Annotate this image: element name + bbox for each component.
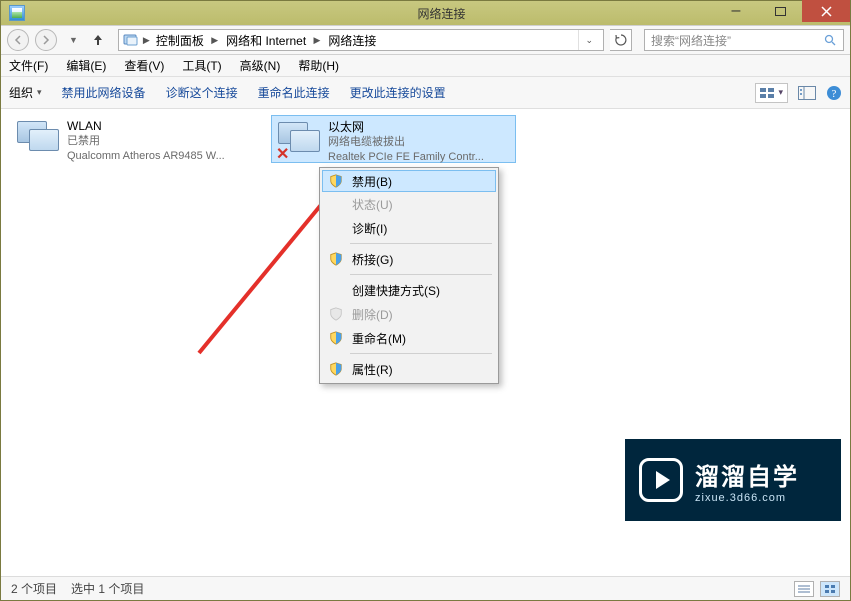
ctx-shortcut[interactable]: 创建快捷方式(S) bbox=[322, 278, 496, 302]
shield-icon bbox=[328, 173, 344, 189]
watermark-domain: zixue.3d66.com bbox=[695, 492, 799, 504]
network-desc: Qualcomm Atheros AR9485 W... bbox=[67, 149, 225, 164]
menu-view[interactable]: 查看(V) bbox=[124, 57, 164, 74]
ctx-separator bbox=[350, 243, 492, 244]
status-selected: 选中 1 个项目 bbox=[71, 580, 144, 597]
network-name: 以太网 bbox=[328, 120, 484, 135]
network-item-wlan[interactable]: WLAN 已禁用 Qualcomm Atheros AR9485 W... bbox=[11, 115, 256, 163]
ctx-rename[interactable]: 重命名(M) bbox=[322, 326, 496, 350]
address-dropdown[interactable]: ⌄ bbox=[578, 30, 599, 50]
maximize-button[interactable] bbox=[758, 0, 802, 22]
search-icon bbox=[824, 34, 837, 47]
search-placeholder: 搜索“网络连接” bbox=[651, 32, 731, 49]
menu-file[interactable]: 文件(F) bbox=[9, 57, 48, 74]
network-item-ethernet[interactable]: ✕ 以太网 网络电缆被拔出 Realtek PCIe FE Family Con… bbox=[271, 115, 516, 163]
crumb-sep: ▶ bbox=[143, 35, 150, 46]
forward-button[interactable] bbox=[35, 29, 57, 51]
ctx-diagnose[interactable]: 诊断(I) bbox=[322, 216, 496, 240]
watermark: 溜溜自学 zixue.3d66.com bbox=[625, 439, 841, 521]
play-icon bbox=[639, 458, 683, 502]
refresh-button[interactable] bbox=[610, 29, 632, 51]
search-input[interactable]: 搜索“网络连接” bbox=[644, 29, 844, 51]
recent-dropdown[interactable]: ▼ bbox=[69, 35, 78, 45]
network-status: 已禁用 bbox=[67, 134, 225, 149]
shield-icon bbox=[328, 361, 344, 377]
status-count: 2 个项目 bbox=[11, 580, 57, 597]
network-desc: Realtek PCIe FE Family Contr... bbox=[328, 150, 484, 165]
toolbar-disable[interactable]: 禁用此网络设备 bbox=[62, 84, 146, 101]
ctx-disable[interactable]: 禁用(B) bbox=[322, 170, 496, 192]
toolbar-rename[interactable]: 重命名此连接 bbox=[258, 84, 330, 101]
ctx-status: 状态(U) bbox=[322, 192, 496, 216]
pane-button[interactable] bbox=[798, 86, 816, 100]
shield-icon bbox=[328, 251, 344, 267]
ctx-bridge[interactable]: 桥接(G) bbox=[322, 247, 496, 271]
address-bar[interactable]: ▶ 控制面板 ▶ 网络和 Internet ▶ 网络连接 ⌄ bbox=[118, 29, 604, 51]
toolbar-changesettings[interactable]: 更改此连接的设置 bbox=[350, 84, 446, 101]
organize-button[interactable]: 组织▾ bbox=[9, 84, 42, 101]
window: 网络连接 – ▼ ▶ 控制面板 ▶ 网络和 Internet ▶ 网络连接 ⌄ bbox=[0, 0, 851, 601]
shield-icon bbox=[328, 306, 344, 322]
view-button[interactable]: ▾ bbox=[755, 83, 788, 103]
menu-edit[interactable]: 编辑(E) bbox=[66, 57, 106, 74]
content-area[interactable]: WLAN 已禁用 Qualcomm Atheros AR9485 W... ✕ … bbox=[1, 109, 850, 549]
back-button[interactable] bbox=[7, 29, 29, 51]
network-info: 以太网 网络电缆被拔出 Realtek PCIe FE Family Contr… bbox=[328, 120, 484, 158]
network-name: WLAN bbox=[67, 119, 225, 134]
minimize-button[interactable]: – bbox=[714, 0, 758, 22]
crumb-1[interactable]: 网络和 Internet ▶ bbox=[224, 32, 322, 49]
ctx-properties[interactable]: 属性(R) bbox=[322, 357, 496, 381]
toolbar-diagnose[interactable]: 诊断这个连接 bbox=[166, 84, 238, 101]
ctx-delete: 删除(D) bbox=[322, 302, 496, 326]
watermark-title: 溜溜自学 bbox=[695, 457, 799, 492]
window-buttons: – bbox=[714, 0, 850, 22]
details-view-button[interactable] bbox=[794, 581, 814, 597]
help-button[interactable]: ? bbox=[826, 85, 842, 101]
network-status: 网络电缆被拔出 bbox=[328, 135, 484, 150]
crumb-2[interactable]: 网络连接 bbox=[326, 32, 378, 49]
svg-text:?: ? bbox=[832, 88, 837, 100]
ctx-separator bbox=[350, 353, 492, 354]
shield-icon bbox=[328, 330, 344, 346]
menu-bar: 文件(F) 编辑(E) 查看(V) 工具(T) 高级(N) 帮助(H) bbox=[1, 55, 850, 77]
context-menu: 禁用(B) 状态(U) 诊断(I) 桥接(G) 创建快捷方式(S) 删除(D) bbox=[319, 167, 499, 384]
menu-advanced[interactable]: 高级(N) bbox=[240, 57, 281, 74]
location-icon bbox=[123, 32, 139, 48]
command-bar: 组织▾ 禁用此网络设备 诊断这个连接 重命名此连接 更改此连接的设置 ▾ ? bbox=[1, 77, 850, 109]
title-bar[interactable]: 网络连接 – bbox=[1, 1, 850, 25]
menu-tools[interactable]: 工具(T) bbox=[182, 57, 221, 74]
status-bar: 2 个项目 选中 1 个项目 bbox=[1, 576, 850, 600]
navigation-bar: ▼ ▶ 控制面板 ▶ 网络和 Internet ▶ 网络连接 ⌄ 搜索“网络连接… bbox=[1, 25, 850, 55]
network-icon: ✕ bbox=[278, 120, 320, 162]
ctx-separator bbox=[350, 274, 492, 275]
system-icon bbox=[9, 5, 25, 21]
menu-help[interactable]: 帮助(H) bbox=[298, 57, 339, 74]
crumb-0[interactable]: 控制面板 ▶ bbox=[154, 32, 220, 49]
network-info: WLAN 已禁用 Qualcomm Atheros AR9485 W... bbox=[67, 119, 225, 159]
close-button[interactable] bbox=[802, 0, 850, 22]
up-button[interactable] bbox=[90, 32, 106, 48]
disconnected-icon: ✕ bbox=[276, 144, 289, 164]
icons-view-button[interactable] bbox=[820, 581, 840, 597]
network-icon bbox=[17, 119, 59, 161]
